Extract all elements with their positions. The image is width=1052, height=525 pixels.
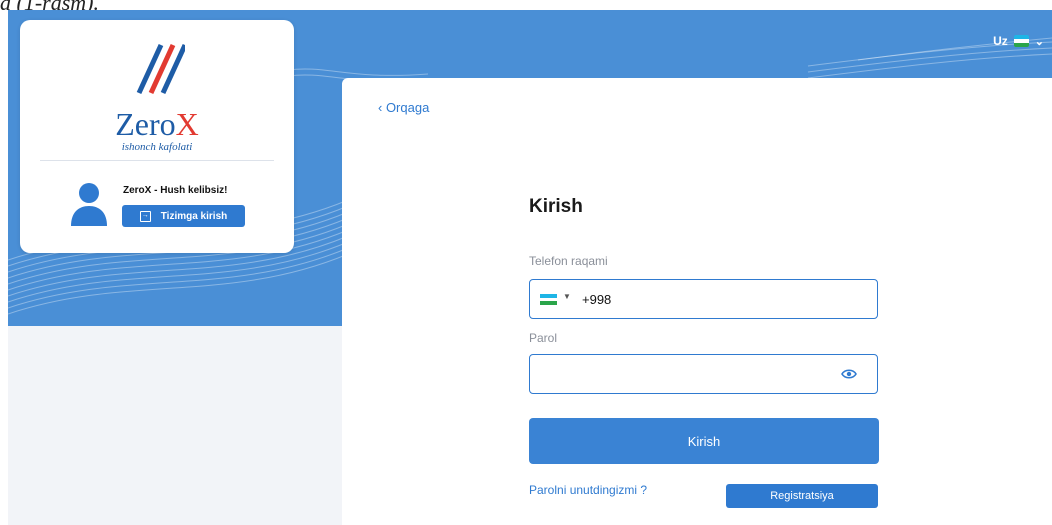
language-selector[interactable]: Uz ⌄ — [993, 34, 1044, 48]
password-field[interactable] — [529, 354, 878, 394]
forgot-password-link[interactable]: Parolni unutdingizmi ? — [529, 483, 647, 497]
user-card: ZeroX ishonch kafolati ZeroX - Hush keli… — [20, 20, 294, 253]
submit-button[interactable]: Kirish — [529, 418, 879, 464]
register-button[interactable]: Registratsiya — [726, 484, 878, 508]
country-flag-icon[interactable] — [540, 294, 557, 306]
eye-icon[interactable] — [841, 368, 857, 380]
uzbekistan-flag-icon — [1013, 35, 1029, 47]
login-panel: ‹ Orqaga Kirish Telefon raqami ▼ +998 Pa… — [342, 78, 1052, 525]
language-code: Uz — [993, 34, 1008, 48]
page-title: Kirish — [529, 196, 583, 217]
logo-tagline: ishonch kafolati — [121, 141, 193, 153]
chevron-down-icon: ⌄ — [1034, 35, 1044, 48]
card-divider — [40, 160, 274, 161]
back-link[interactable]: ‹ Orqaga — [378, 100, 429, 115]
phone-field[interactable]: ▼ +998 — [529, 279, 878, 319]
phone-value: +998 — [582, 292, 612, 307]
sidebar-background — [8, 326, 342, 525]
welcome-text: ZeroX - Hush kelibsiz! — [123, 185, 228, 196]
logo-wordmark: ZeroX — [115, 106, 199, 142]
country-dropdown-icon[interactable]: ▼ — [563, 292, 571, 301]
user-avatar-icon — [71, 183, 107, 226]
password-label: Parol — [529, 331, 558, 345]
login-icon: → — [139, 210, 151, 222]
sign-in-button-label: Tizimga kirish — [160, 210, 228, 222]
sign-in-button[interactable]: → Tizimga kirish — [122, 205, 245, 227]
zerox-logo-icon — [136, 43, 185, 95]
phone-label: Telefon raqami — [529, 254, 608, 268]
